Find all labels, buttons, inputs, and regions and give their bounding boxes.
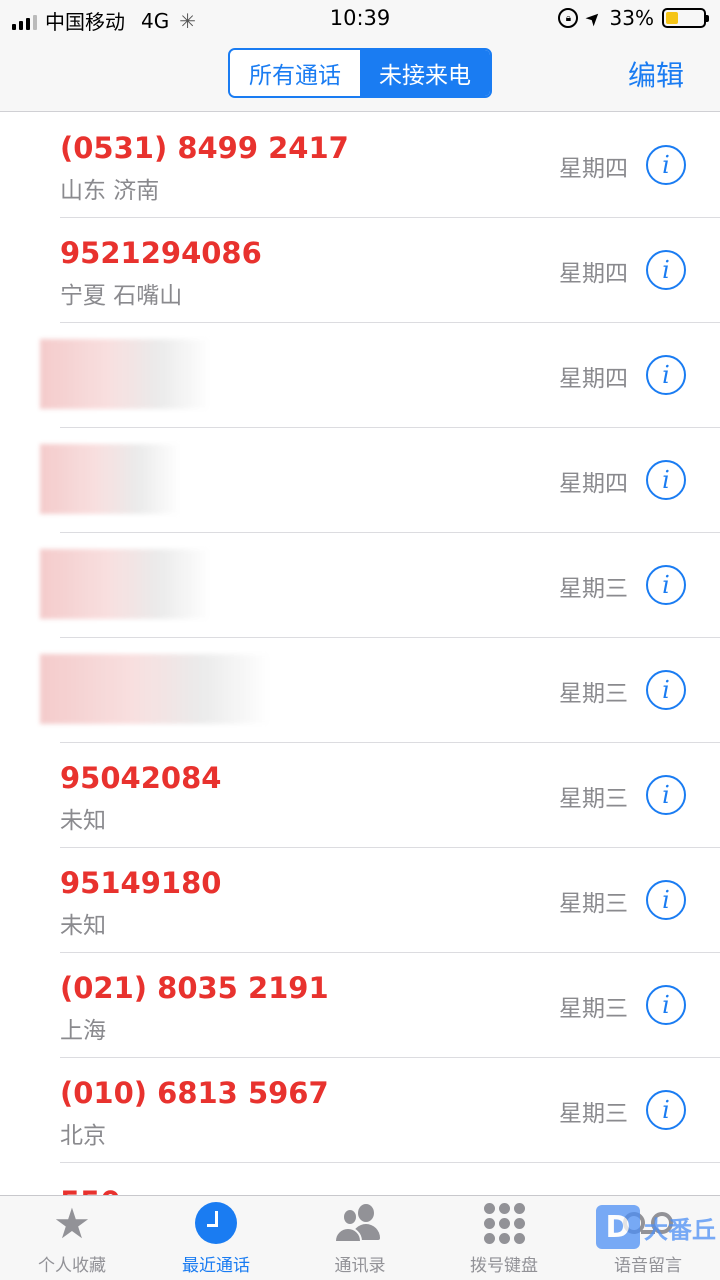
info-icon[interactable]: i [646,880,686,920]
watermark-logo: D 大番丘 [596,1205,716,1249]
call-row[interactable]: 95149180 未知 星期三 i [60,848,720,953]
tab-contacts[interactable]: 通讯录 [288,1196,432,1280]
status-bar: 中国移动 4G ✳ 10:39 🔒︎ ➤ 33% [0,0,720,40]
redacted-caller-info [40,339,210,409]
tab-favorites[interactable]: ★ 个人收藏 [0,1196,144,1280]
info-icon[interactable]: i [646,460,686,500]
clock-icon [195,1197,237,1249]
star-icon: ★ [53,1198,91,1248]
info-icon[interactable]: i [646,355,686,395]
tab-label: 语音留言 [614,1256,682,1276]
call-day: 星期三 [559,786,628,812]
keypad-icon [483,1197,525,1249]
caller-location: 上海 [60,1018,106,1044]
segment-missed-calls[interactable]: 未接来电 [360,50,490,96]
call-day: 星期三 [559,996,628,1022]
info-icon[interactable]: i [646,985,686,1025]
caller-location: 北京 [60,1123,106,1149]
call-day: 星期四 [559,366,628,392]
info-icon[interactable]: i [646,670,686,710]
nav-bar: 所有通话 未接来电 编辑 [0,40,720,112]
caller-location: 宁夏 石嘴山 [60,283,183,309]
redacted-caller-info [40,654,270,724]
segment-all-calls[interactable]: 所有通话 [230,50,360,96]
info-icon[interactable]: i [646,250,686,290]
caller-number: 550 [60,1185,121,1195]
call-day: 星期三 [559,576,628,602]
watermark-text: 大番丘 [644,1215,716,1244]
battery-fill [666,12,678,24]
tab-label: 个人收藏 [38,1256,106,1276]
info-icon[interactable]: i [646,565,686,605]
battery-percent: 33% [609,6,654,30]
caller-location: 山东 济南 [60,178,160,204]
call-row[interactable]: 95042084 未知 星期三 i [60,743,720,848]
caller-number: (0531) 8499 2417 [60,131,349,165]
orientation-lock-icon: 🔒︎ [558,8,579,28]
call-day: 星期四 [559,261,628,287]
caller-location: 未知 [60,808,106,834]
status-right: 🔒︎ ➤ 33% [558,5,709,31]
call-row[interactable]: (0531) 8499 2417 山东 济南 星期四 i [60,113,720,218]
redacted-caller-info [40,444,180,514]
call-day: 星期四 [559,471,628,497]
caller-number: 9521294086 [60,236,262,270]
call-day: 星期四 [559,156,628,182]
recent-calls-list[interactable]: (0531) 8499 2417 山东 济南 星期四 i 9521294086 宁夏 石嘴… [0,113,720,1195]
caller-number: (021) 8035 2191 [60,971,329,1005]
call-filter-segmented-control: 所有通话 未接来电 [228,48,492,98]
tab-label: 通讯录 [334,1256,386,1276]
call-row[interactable]: (021) 8035 2191 上海 星期三 i [60,953,720,1058]
info-icon[interactable]: i [646,145,686,185]
info-icon[interactable]: i [646,1090,686,1130]
call-row[interactable]: 9521294086 宁夏 石嘴山 星期四 i [60,218,720,323]
tab-keypad[interactable]: 拨号键盘 [432,1196,576,1280]
caller-number: 95042084 [60,761,222,795]
caller-number: 95149180 [60,866,222,900]
call-row[interactable]: 星期三 i [40,638,720,743]
caller-location: 未知 [60,913,106,939]
call-row[interactable]: 星期四 i [40,428,720,533]
call-day: 星期三 [559,891,628,917]
call-row[interactable]: 星期四 i [40,323,720,428]
location-arrow-icon: ➤ [581,5,607,31]
call-day: 星期三 [559,1101,628,1127]
watermark-letter: D [596,1205,640,1249]
caller-number: (010) 6813 5967 [60,1076,329,1110]
tab-label: 拨号键盘 [470,1256,538,1276]
call-row[interactable]: 星期三 i [40,533,720,638]
contacts-icon [332,1197,388,1249]
call-day: 星期三 [559,681,628,707]
call-row[interactable]: (010) 6813 5967 北京 星期三 i [60,1058,720,1163]
info-icon[interactable]: i [646,775,686,815]
edit-button[interactable]: 编辑 [628,54,684,94]
redacted-caller-info [40,549,210,619]
tab-recents[interactable]: 最近通话 [144,1196,288,1280]
call-row-partial[interactable]: 550 [60,1163,720,1195]
battery-icon [662,8,709,28]
tab-label: 最近通话 [182,1256,250,1276]
